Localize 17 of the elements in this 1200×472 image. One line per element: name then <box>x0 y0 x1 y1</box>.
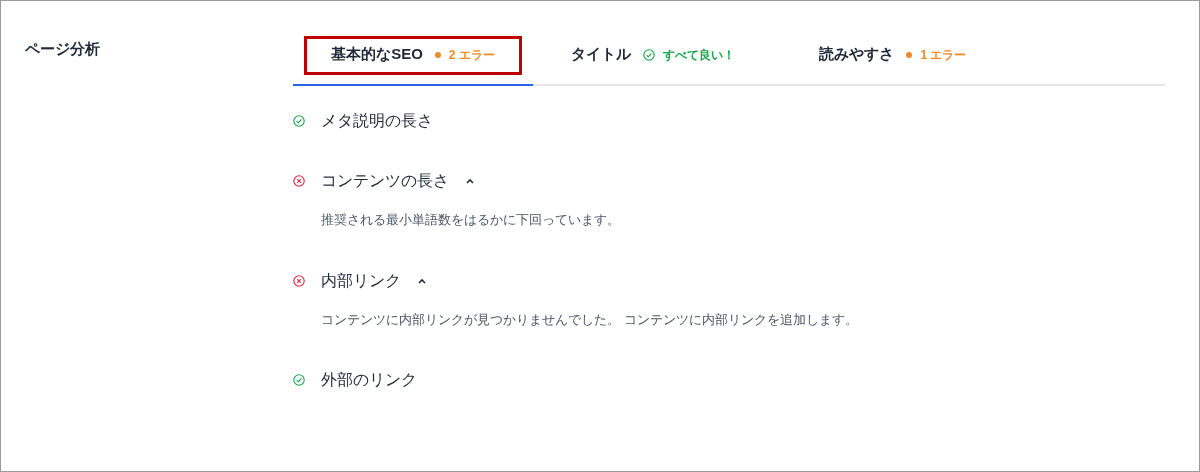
check-label: 内部リンク <box>321 270 401 291</box>
section-label: ページ分析 <box>25 40 100 57</box>
pass-icon <box>293 115 305 127</box>
chevron-up-icon[interactable] <box>417 276 427 285</box>
tab[interactable]: 読みやすさ 1 エラー <box>773 25 1013 86</box>
check-label: 外部のリンク <box>321 370 417 390</box>
check-label: コンテンツの長さ <box>321 171 449 191</box>
error-icon <box>293 274 305 287</box>
chevron-up-icon[interactable] <box>465 177 475 185</box>
pass-icon <box>293 374 305 386</box>
check-description: 推奨される最小単語数をはるかに下回っています。 <box>320 211 621 229</box>
check-icon <box>643 48 655 61</box>
tab[interactable]: 基本的なSEO 2 エラー <box>293 25 533 86</box>
error-icon <box>293 175 305 187</box>
tab[interactable]: タイトル すべて良い！ <box>533 25 773 86</box>
check-label: メタ説明の長さ <box>321 111 433 131</box>
check-description: コンテンツに内部リンクが見つかりませんでした。 コンテンツに内部リンクを追加します。 <box>320 310 859 329</box>
